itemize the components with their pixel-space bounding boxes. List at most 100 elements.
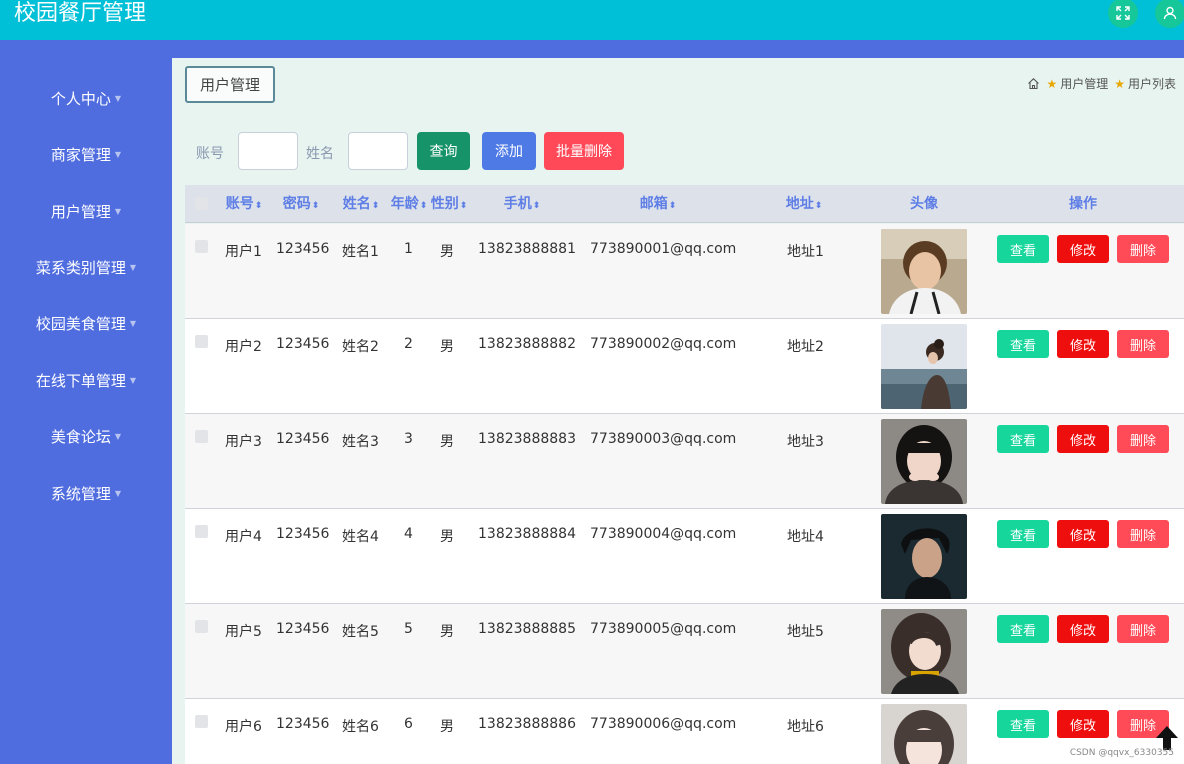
row-checkbox[interactable]	[195, 240, 208, 253]
table-header: 账号⬍ 密码⬍ 姓名⬍ 年龄⬍ 性别⬍ 手机⬍ 邮箱⬍ 地址⬍ 头像 操作	[185, 185, 1184, 223]
add-button[interactable]: 添加	[482, 132, 536, 170]
header-address[interactable]: 地址⬍	[783, 185, 825, 223]
edit-button[interactable]: 修改	[1057, 710, 1109, 738]
select-all-checkbox[interactable]	[195, 197, 208, 210]
cell-address: 地址6	[787, 719, 824, 735]
chevron-down-icon: ▼	[114, 431, 122, 441]
sidebar-item-cuisine-category[interactable]: 菜系类别管理 ▼	[0, 247, 172, 287]
cell-address: 地址1	[787, 244, 824, 260]
query-button[interactable]: 查询	[417, 132, 470, 170]
breadcrumb-item: 用户列表	[1127, 77, 1176, 91]
cell-password: 123456	[276, 431, 330, 447]
sort-icon: ⬍	[311, 201, 320, 211]
table-row: 用户6 123456 姓名6 6 男 13823888886 773890006…	[185, 699, 1184, 764]
cell-address: 地址5	[787, 624, 824, 640]
page-tag[interactable]: 用户管理	[185, 66, 275, 103]
view-button[interactable]: 查看	[997, 235, 1049, 263]
cell-email: 773890002@qq.com	[590, 336, 737, 352]
chevron-down-icon: ▼	[114, 149, 122, 159]
fullscreen-button[interactable]	[1108, 0, 1138, 28]
user-button[interactable]	[1155, 0, 1184, 28]
sort-icon: ⬍	[371, 201, 380, 211]
chevron-down-icon: ▼	[114, 206, 122, 216]
view-button[interactable]: 查看	[997, 330, 1049, 358]
sidebar-item-system[interactable]: 系统管理 ▼	[0, 473, 172, 513]
table-row: 用户5 123456 姓名5 5 男 13823888885 773890005…	[185, 604, 1184, 699]
delete-button[interactable]: 删除	[1117, 520, 1169, 548]
view-button[interactable]: 查看	[997, 520, 1049, 548]
sidebar-item-merchant[interactable]: 商家管理 ▼	[0, 134, 172, 174]
sidebar-item-label: 个人中心	[50, 89, 111, 108]
edit-button[interactable]: 修改	[1057, 425, 1109, 453]
batch-delete-button[interactable]: 批量删除	[544, 132, 624, 170]
account-search-input[interactable]	[238, 132, 298, 170]
row-checkbox[interactable]	[195, 335, 208, 348]
edit-button[interactable]: 修改	[1057, 520, 1109, 548]
row-checkbox[interactable]	[195, 430, 208, 443]
view-button[interactable]: 查看	[997, 425, 1049, 453]
breadcrumb-item[interactable]: 用户管理	[1060, 75, 1108, 92]
cell-gender: 男	[440, 434, 454, 450]
sort-icon: ⬍	[814, 201, 823, 211]
sort-icon: ⬍	[532, 201, 541, 211]
cell-name: 姓名6	[342, 719, 379, 735]
header-account[interactable]: 账号⬍	[223, 185, 265, 223]
cell-name: 姓名2	[342, 339, 379, 355]
header-gender[interactable]: 性别⬍	[428, 185, 470, 223]
cell-email: 773890004@qq.com	[590, 526, 737, 542]
header-phone[interactable]: 手机⬍	[501, 185, 543, 223]
cell-phone: 13823888884	[478, 526, 576, 542]
cell-phone: 13823888886	[478, 716, 576, 732]
cell-account: 用户4	[225, 529, 262, 545]
sidebar-item-campus-food[interactable]: 校园美食管理 ▼	[0, 303, 172, 343]
header-email[interactable]: 邮箱⬍	[637, 185, 679, 223]
home-icon[interactable]	[1027, 77, 1040, 90]
user-icon	[1163, 6, 1177, 20]
header-password[interactable]: 密码⬍	[280, 185, 322, 223]
cell-name: 姓名4	[342, 529, 379, 545]
cell-password: 123456	[276, 336, 330, 352]
delete-button[interactable]: 删除	[1117, 615, 1169, 643]
delete-button[interactable]: 删除	[1117, 425, 1169, 453]
cell-phone: 13823888883	[478, 431, 576, 447]
star-icon: ★	[1046, 76, 1058, 91]
sidebar-item-label: 校园美食管理	[35, 314, 126, 333]
cell-password: 123456	[276, 526, 330, 542]
row-checkbox[interactable]	[195, 620, 208, 633]
edit-button[interactable]: 修改	[1057, 330, 1109, 358]
chevron-down-icon: ▼	[114, 93, 122, 103]
cell-email: 773890003@qq.com	[590, 431, 737, 447]
app-title: 校园餐厅管理	[14, 1, 147, 26]
watermark: CSDN @qqvx_6330355	[1069, 748, 1174, 758]
expand-icon	[1116, 6, 1130, 20]
cell-name: 姓名1	[342, 244, 379, 260]
chevron-down-icon: ▼	[129, 262, 137, 272]
avatar	[881, 324, 967, 409]
avatar	[881, 514, 967, 599]
cell-gender: 男	[440, 244, 454, 260]
header-age[interactable]: 年龄⬍	[388, 185, 430, 223]
header-name[interactable]: 姓名⬍	[340, 185, 382, 223]
sidebar-item-food-forum[interactable]: 美食论坛 ▼	[0, 416, 172, 456]
row-checkbox[interactable]	[195, 525, 208, 538]
sidebar-item-label: 用户管理	[50, 202, 111, 221]
sidebar-item-users[interactable]: 用户管理 ▼	[0, 191, 172, 231]
sidebar-item-label: 系统管理	[50, 484, 111, 503]
cell-age: 5	[404, 621, 413, 637]
delete-button[interactable]: 删除	[1117, 330, 1169, 358]
sidebar-item-personal-center[interactable]: 个人中心 ▼	[0, 78, 172, 118]
cell-age: 4	[404, 526, 413, 542]
view-button[interactable]: 查看	[997, 710, 1049, 738]
sidebar-item-label: 在线下单管理	[35, 371, 126, 390]
sidebar-item-online-orders[interactable]: 在线下单管理 ▼	[0, 360, 172, 400]
row-checkbox[interactable]	[195, 715, 208, 728]
view-button[interactable]: 查看	[997, 615, 1049, 643]
cell-gender: 男	[440, 529, 454, 545]
cell-password: 123456	[276, 716, 330, 732]
sidebar: 个人中心 ▼ 商家管理 ▼ 用户管理 ▼ 菜系类别管理 ▼ 校园美食管理 ▼ 在线下单管理…	[0, 40, 172, 764]
chevron-down-icon: ▼	[129, 375, 137, 385]
edit-button[interactable]: 修改	[1057, 235, 1109, 263]
edit-button[interactable]: 修改	[1057, 615, 1109, 643]
name-search-input[interactable]	[348, 132, 408, 170]
delete-button[interactable]: 删除	[1117, 235, 1169, 263]
